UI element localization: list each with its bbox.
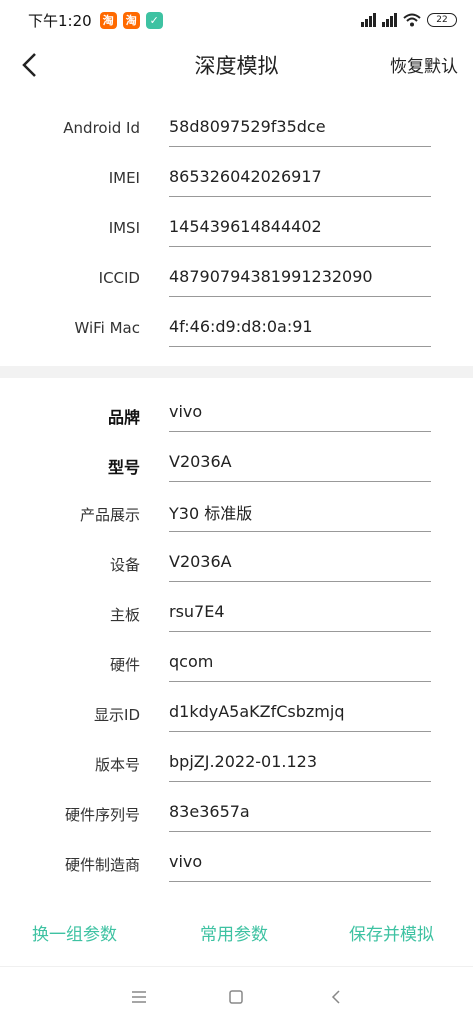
field-row-device: 设备 [0,540,473,590]
model-field[interactable] [169,446,431,482]
nav-back-button[interactable] [324,985,348,1009]
field-row-brand: 品牌 [0,390,473,440]
field-row-model: 型号 [0,440,473,490]
header: 深度模拟 恢复默认 [0,40,473,90]
field-label: 硬件序列号 [64,806,140,824]
save-and-simulate-button[interactable]: 保存并模拟 [349,920,434,945]
field-label: IMEI [108,169,140,187]
common-params-button[interactable]: 常用参数 [200,920,268,945]
nav-home-button[interactable] [224,985,248,1009]
field-label: 版本号 [94,756,140,774]
wifi-mac-field[interactable] [169,311,431,347]
field-label: Android Id [63,119,140,137]
cell-signal-icon [361,13,376,27]
field-label: 硬件 [109,656,140,674]
field-row-wifi-mac: WiFi Mac [0,305,473,355]
action-bar: 换一组参数 常用参数 保存并模拟 [0,920,473,954]
field-row-serial: 硬件序列号 [0,790,473,840]
field-label: IMSI [108,219,140,237]
app-notification-icon: ✓ [145,11,163,29]
taobao-app-icon-2: 淘 [122,11,140,29]
product-field[interactable] [169,496,431,532]
imsi-field[interactable] [169,211,431,247]
iccid-field[interactable] [169,261,431,297]
field-label: 主板 [109,606,140,624]
identifier-section: Android Id IMEI IMSI ICCID WiFi Mac [0,105,473,355]
brand-field[interactable] [169,396,431,432]
hardware-field[interactable] [169,646,431,682]
imei-field[interactable] [169,161,431,197]
display-id-field[interactable] [169,696,431,732]
field-label: 设备 [109,556,140,574]
status-bar: 下午1:20 淘 淘 ✓ 22 [0,0,473,40]
wifi-icon [403,13,421,27]
board-field[interactable] [169,596,431,632]
serial-field[interactable] [169,796,431,832]
home-square-icon [229,990,243,1004]
manufacturer-field[interactable] [169,846,431,882]
field-row-imei: IMEI [0,155,473,205]
android-id-field[interactable] [169,111,431,147]
taobao-app-icon: 淘 [99,11,117,29]
field-row-iccid: ICCID [0,255,473,305]
field-row-build-number: 版本号 [0,740,473,790]
swap-params-button[interactable]: 换一组参数 [32,920,117,945]
menu-icon [132,991,146,1003]
build-number-field[interactable] [169,746,431,782]
battery-indicator: 22 [427,13,457,27]
back-arrow-icon [331,990,340,1004]
device-field[interactable] [169,546,431,582]
field-row-board: 主板 [0,590,473,640]
field-row-display-id: 显示ID [0,690,473,740]
nav-menu-button[interactable] [127,985,151,1009]
field-row-product: 产品展示 [0,490,473,540]
cell-signal-hd-icon [382,13,397,27]
system-nav-bar [0,966,473,1024]
field-row-imsi: IMSI [0,205,473,255]
field-label: 产品展示 [79,506,140,524]
restore-default-button[interactable]: 恢复默认 [390,52,458,77]
field-row-manufacturer: 硬件制造商 [0,840,473,890]
field-label: 硬件制造商 [64,856,140,874]
field-label: ICCID [98,269,140,287]
field-label: 显示ID [94,706,140,724]
device-section: 品牌 型号 产品展示 设备 主板 硬件 显示ID 版本号 硬件序列号 硬件制造商 [0,390,473,890]
field-row-android-id: Android Id [0,105,473,155]
field-label: WiFi Mac [74,319,140,337]
field-label: 品牌 [107,408,140,427]
section-divider [0,366,473,378]
status-time: 下午1:20 [28,11,92,30]
field-row-hardware: 硬件 [0,640,473,690]
field-label: 型号 [107,458,140,477]
